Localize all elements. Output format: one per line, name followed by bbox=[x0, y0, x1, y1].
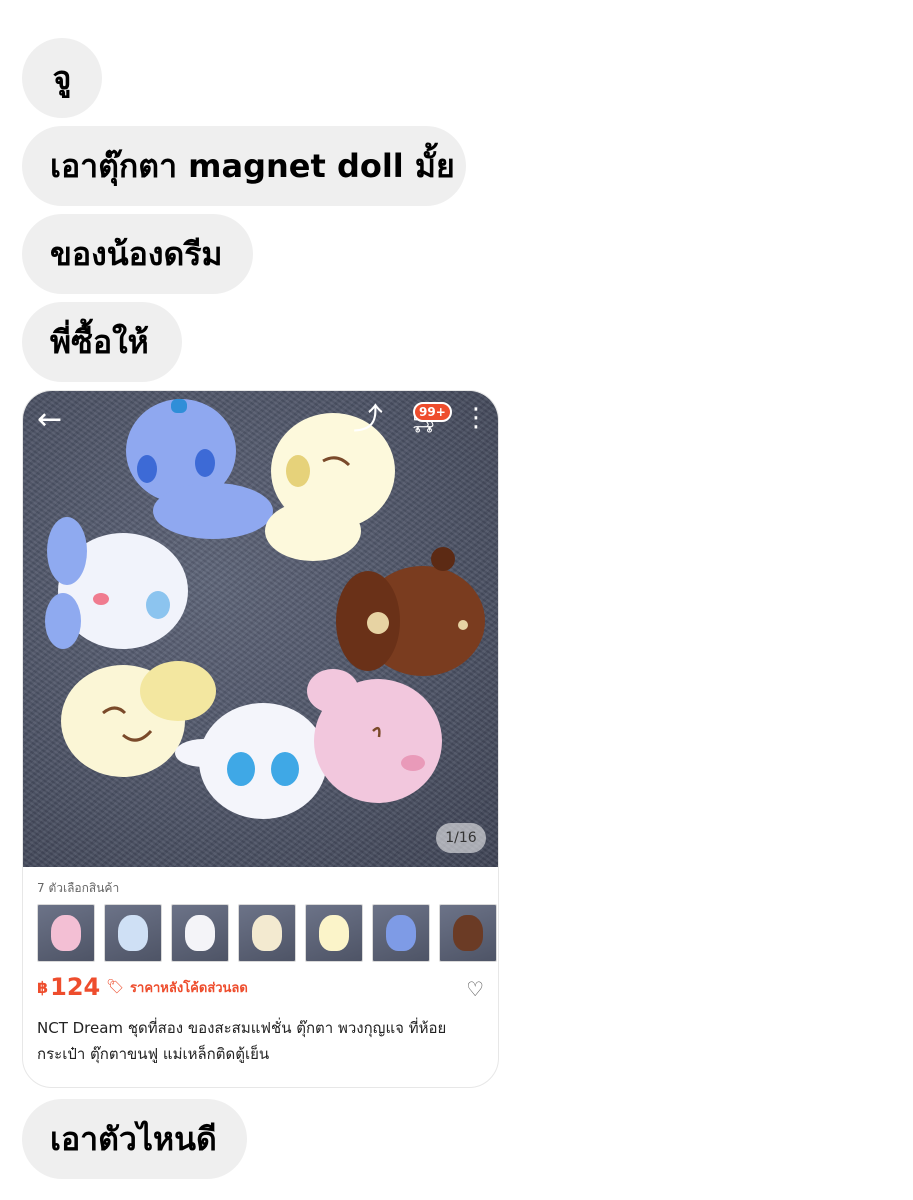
currency-symbol: ฿ bbox=[37, 977, 49, 997]
product-title: NCT Dream ชุดที่สอง ของสะสมแฟชั่น ตุ๊กตา… bbox=[37, 1019, 447, 1063]
message-text: เอาตุ๊กตา magnet doll มั้ย bbox=[50, 146, 455, 185]
message-bubble: เอาตัวไหนดี bbox=[22, 1099, 247, 1179]
share-icon[interactable]: ⤴ bbox=[353, 405, 383, 435]
variant-doll-image bbox=[319, 915, 349, 951]
product-photo[interactable]: ← ⤴ 🛒︎ 99+ ⋮ 1/16 bbox=[23, 391, 498, 867]
variant-doll-image bbox=[386, 915, 416, 951]
variant-doll-image bbox=[185, 915, 215, 951]
favorite-heart-icon[interactable]: ♡ bbox=[466, 977, 484, 1001]
message-bubble: ของน้องดรีม bbox=[22, 214, 253, 294]
variant-doll-image bbox=[252, 915, 282, 951]
variant-thumbnail[interactable] bbox=[104, 904, 162, 962]
product-price: 124 bbox=[50, 973, 101, 1001]
variant-thumbnail[interactable] bbox=[37, 904, 95, 962]
variant-thumbnail[interactable] bbox=[238, 904, 296, 962]
back-arrow-icon[interactable]: ← bbox=[37, 405, 62, 435]
variant-doll-image bbox=[453, 915, 483, 951]
message-text: พี่ซื้อให้ bbox=[50, 322, 149, 361]
variant-thumbnail[interactable] bbox=[439, 904, 497, 962]
variant-thumbnails bbox=[37, 904, 497, 962]
variants-label: 7 ตัวเลือกสินค้า bbox=[37, 881, 120, 895]
variant-thumbnail[interactable] bbox=[305, 904, 363, 962]
image-counter: 1/16 bbox=[436, 823, 486, 853]
more-options-icon[interactable]: ⋮ bbox=[463, 405, 489, 431]
product-share-card[interactable]: ← ⤴ 🛒︎ 99+ ⋮ 1/16 7 ตัวเลือกสินค้า ฿ 124… bbox=[22, 390, 499, 1088]
variant-thumbnail[interactable] bbox=[171, 904, 229, 962]
message-bubble: เอาตุ๊กตา magnet doll มั้ย bbox=[22, 126, 466, 206]
message-text: จู bbox=[52, 58, 72, 97]
message-text: ของน้องดรีม bbox=[50, 234, 223, 273]
price-note: ราคาหลังโค้ดส่วนลด bbox=[130, 980, 248, 996]
plush-dolls-illustration bbox=[45, 399, 485, 819]
cart-badge: 99+ bbox=[413, 402, 452, 422]
message-bubble: จู bbox=[22, 38, 102, 118]
variant-thumbnail[interactable] bbox=[372, 904, 430, 962]
message-text: เอาตัวไหนดี bbox=[50, 1119, 217, 1158]
coupon-icon: 🏷︎ bbox=[106, 979, 125, 995]
price-row: ฿ 124 🏷︎ ราคาหลังโค้ดส่วนลด bbox=[37, 973, 248, 1001]
variant-doll-image bbox=[51, 915, 81, 951]
variant-doll-image bbox=[118, 915, 148, 951]
message-bubble: พี่ซื้อให้ bbox=[22, 302, 182, 382]
